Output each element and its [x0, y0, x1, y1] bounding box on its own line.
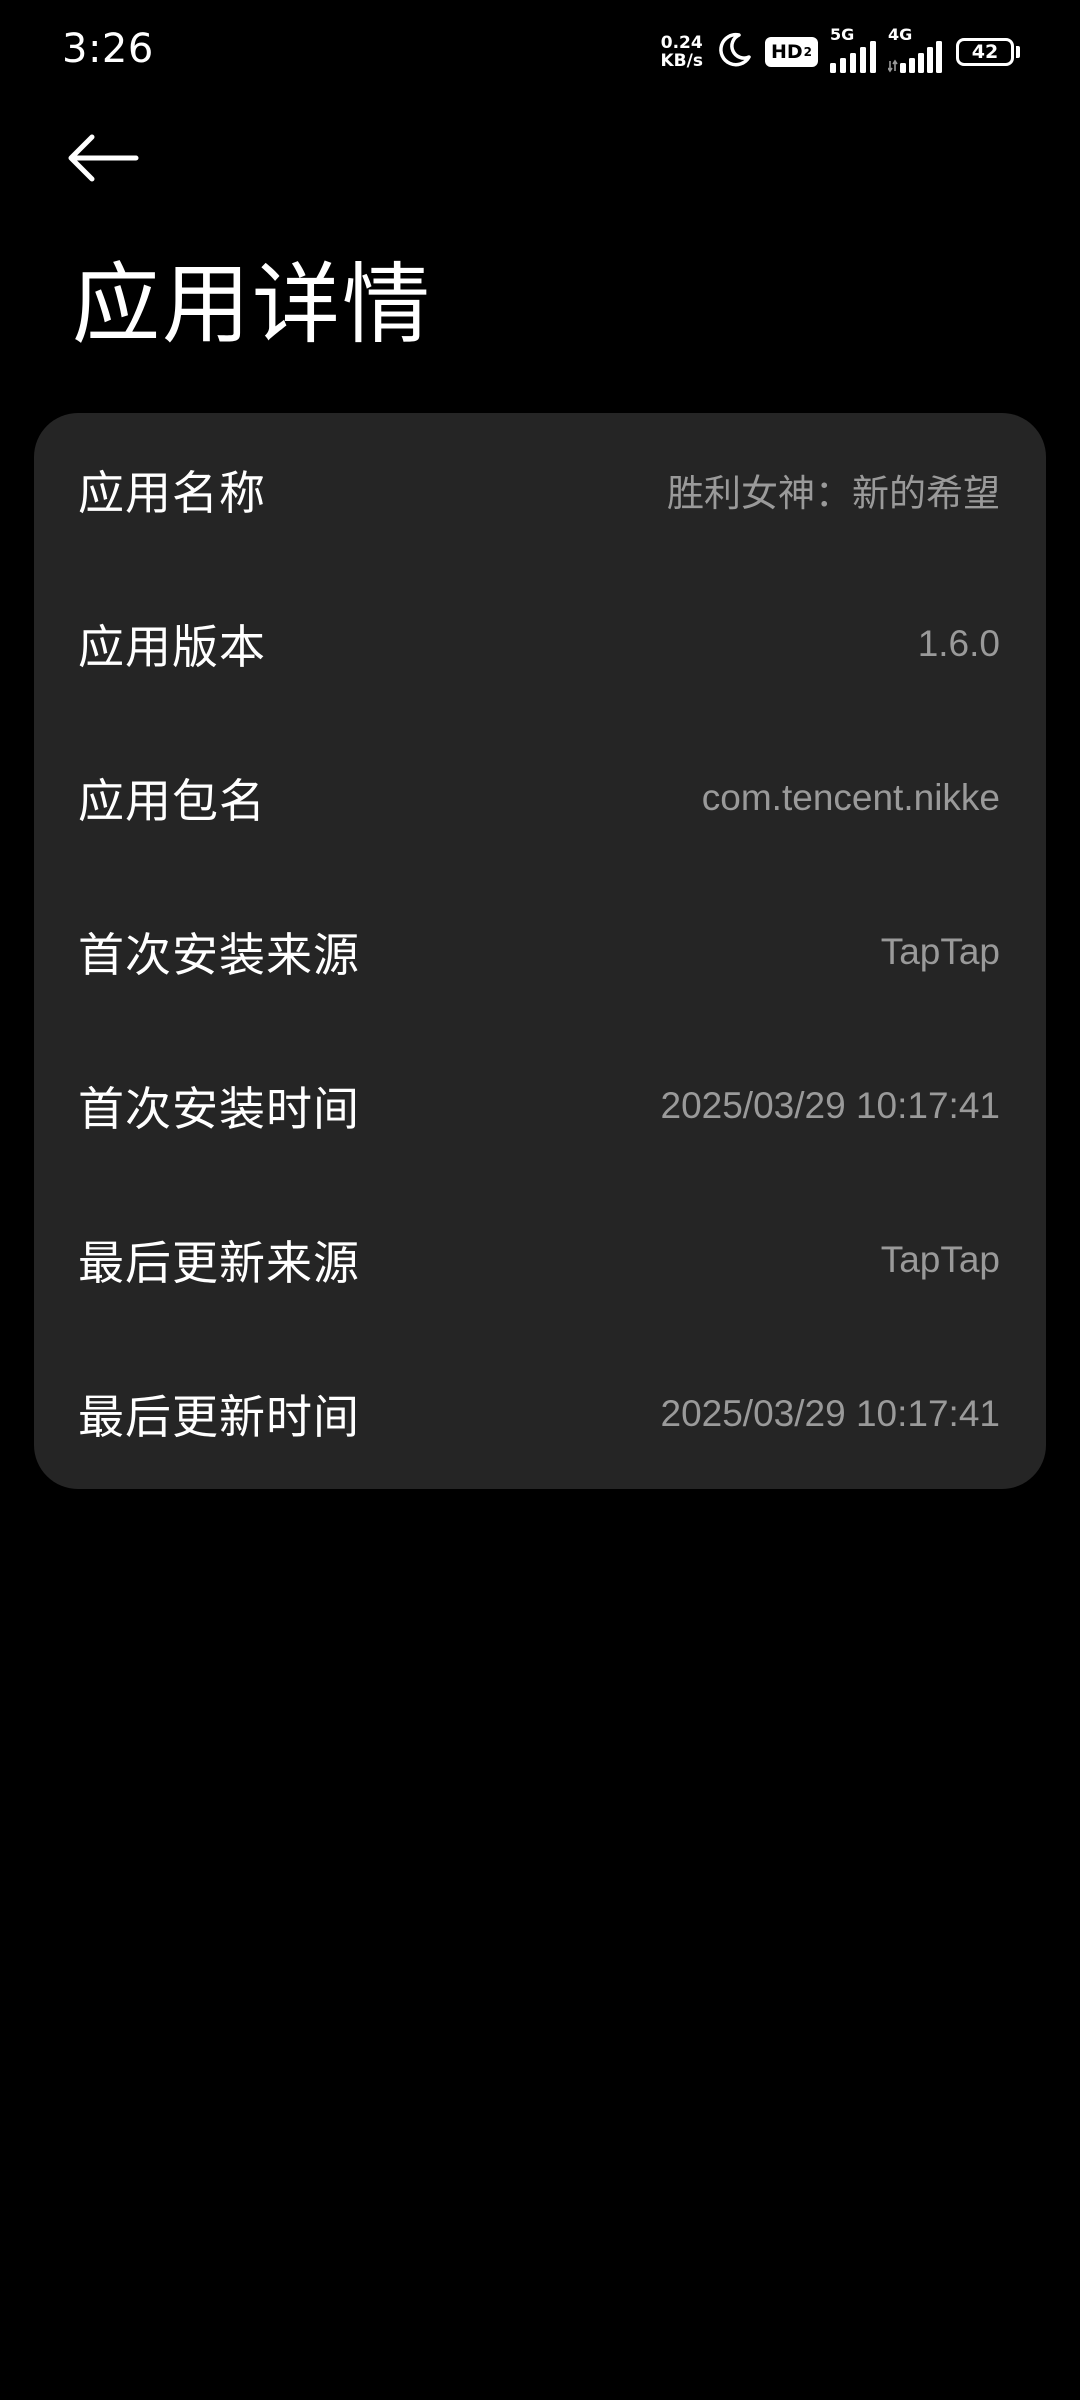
battery-icon: 42: [956, 38, 1020, 66]
page-title: 应用详情: [72, 253, 433, 356]
info-row-package-name: 应用包名 com.tencent.nikke: [34, 721, 1046, 875]
network-speed-value: 0.24: [660, 33, 703, 53]
info-label: 最后更新时间: [78, 1390, 360, 1444]
signal-4g-label: 4G: [888, 25, 913, 44]
hd-sub-label: 2: [803, 45, 812, 59]
signal-5g: 5G: [830, 25, 876, 77]
info-row-last-update-time: 最后更新时间 2025/03/29 10:17:41: [34, 1337, 1046, 1491]
info-value: com.tencent.nikke: [701, 777, 1000, 818]
info-label: 首次安装时间: [78, 1082, 360, 1136]
status-bar: 3:26 0.24 KB/s HD 2 5G 4G 42: [0, 0, 1080, 100]
status-time: 3:26: [62, 26, 154, 72]
info-value: TapTap: [880, 931, 1000, 972]
info-label: 应用包名: [78, 774, 266, 828]
signal-4g: 4G: [887, 25, 944, 77]
info-label: 首次安装来源: [78, 928, 360, 982]
battery-level: 42: [956, 38, 1014, 66]
info-value: 1.6.0: [917, 623, 1000, 664]
info-label: 最后更新来源: [78, 1236, 360, 1290]
info-value: 2025/03/29 10:17:41: [660, 1085, 1001, 1126]
info-value: TapTap: [880, 1239, 1000, 1280]
hd-label: HD: [770, 41, 803, 63]
back-arrow-icon: [66, 132, 140, 188]
hd-voice-icon: HD 2: [764, 37, 818, 67]
status-icons: 0.24 KB/s HD 2 5G 4G 42: [660, 25, 1020, 77]
app-details-screen: 3:26 0.24 KB/s HD 2 5G 4G 42 应用详情 应用名称 胜…: [0, 0, 1080, 2400]
network-speed-unit: KB/s: [660, 51, 703, 71]
info-row-first-install-source: 首次安装来源 TapTap: [34, 875, 1046, 1029]
info-label: 应用版本: [78, 620, 266, 674]
info-row-first-install-time: 首次安装时间 2025/03/29 10:17:41: [34, 1029, 1046, 1183]
signal-bars-icon: [830, 41, 876, 77]
battery-cap: [1016, 46, 1020, 58]
back-button[interactable]: [66, 120, 156, 200]
signal-bars-icon: [887, 41, 944, 77]
info-row-last-update-source: 最后更新来源 TapTap: [34, 1183, 1046, 1337]
info-row-app-version: 应用版本 1.6.0: [34, 567, 1046, 721]
info-label: 应用名称: [78, 466, 266, 520]
signal-5g-label: 5G: [830, 25, 855, 44]
info-row-app-name: 应用名称 胜利女神：新的希望: [34, 413, 1046, 567]
info-value: 2025/03/29 10:17:41: [660, 1393, 1001, 1434]
do-not-disturb-moon-icon: [715, 31, 753, 73]
network-speed: 0.24 KB/s: [660, 34, 702, 70]
app-info-card: 应用名称 胜利女神：新的希望 应用版本 1.6.0 应用包名 com.tence…: [34, 413, 1046, 1489]
info-value: 胜利女神：新的希望: [667, 473, 1000, 514]
